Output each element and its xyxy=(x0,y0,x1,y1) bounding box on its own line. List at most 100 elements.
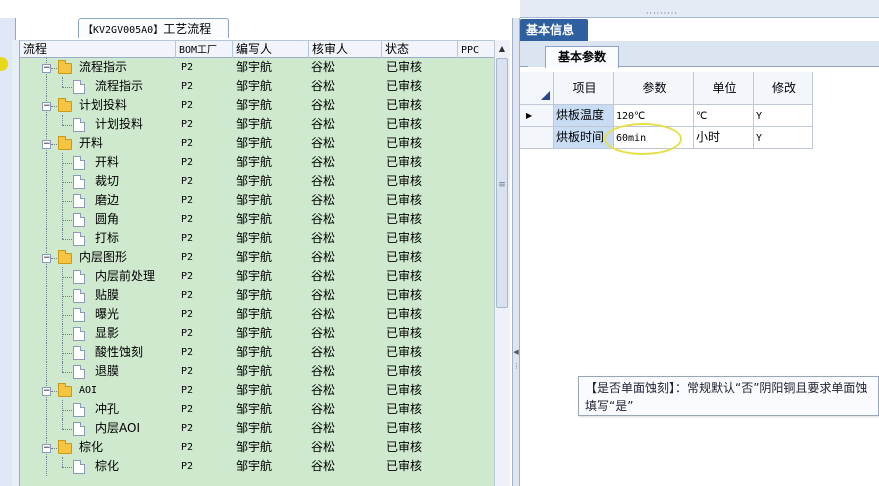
tree-node-label[interactable]: 棕化 xyxy=(95,457,119,476)
right-panel-titlebar xyxy=(520,0,879,18)
tree-row[interactable]: − 棕化 P2 邹宇航 谷松 已审核 xyxy=(20,438,494,457)
tree-row[interactable]: − 内层图形 P2 邹宇航 谷松 已审核 xyxy=(20,248,494,267)
column-header-author[interactable]: 编写人 xyxy=(233,41,309,58)
tree-node-label[interactable]: 曝光 xyxy=(95,305,119,324)
tree-node-label[interactable]: 流程指示 xyxy=(79,58,127,77)
tree-node-label[interactable]: 开料 xyxy=(95,153,119,172)
tree-node-label[interactable]: 退膜 xyxy=(95,362,119,381)
tree-node-label[interactable]: 显影 xyxy=(95,324,119,343)
tree-row[interactable]: 内层AOI P2 邹宇航 谷松 已审核 xyxy=(20,419,494,438)
parameter-grid: 项目 参数 单位 修改 烘板温度 120℃ ℃ Y 烘板时间 60min 小时 … xyxy=(520,72,879,152)
collapse-toggle-icon[interactable]: − xyxy=(42,444,51,453)
tree-node-label[interactable]: 贴膜 xyxy=(95,286,119,305)
author-cell: 邹宇航 xyxy=(236,155,273,169)
param-unit-cell[interactable]: ℃ xyxy=(694,105,754,127)
tab-basic-info[interactable]: 基本信息 xyxy=(520,19,588,41)
tree-node-label[interactable]: 磨边 xyxy=(95,191,119,210)
tree-row[interactable]: − AOI P2 邹宇航 谷松 已审核 xyxy=(20,381,494,400)
collapse-left-arrow-icon[interactable]: ◀ xyxy=(513,348,519,356)
param-header-value[interactable]: 参数 xyxy=(614,72,694,105)
tooltip-line-2: 填写“是” xyxy=(585,399,634,413)
tree-guide-line xyxy=(46,400,47,419)
param-grid-corner[interactable] xyxy=(520,72,554,105)
column-header-status[interactable]: 状态 xyxy=(382,41,458,58)
tree-row[interactable]: 裁切 P2 邹宇航 谷松 已审核 xyxy=(20,172,494,191)
tree-row[interactable]: − 开料 P2 邹宇航 谷松 已审核 xyxy=(20,134,494,153)
tree-row[interactable]: 流程指示 P2 邹宇航 谷松 已审核 xyxy=(20,77,494,96)
folder-icon xyxy=(58,98,72,112)
tree-guide-line xyxy=(62,334,72,335)
process-title: 工艺流程 xyxy=(163,22,212,36)
param-header-unit[interactable]: 单位 xyxy=(694,72,754,105)
bom-plant-cell: P2 xyxy=(181,404,194,415)
tree-guide-line xyxy=(51,448,57,449)
tree-guide-line xyxy=(62,467,72,468)
param-header-item[interactable]: 项目 xyxy=(554,72,614,105)
collapse-toggle-icon[interactable]: − xyxy=(42,102,51,111)
collapse-toggle-icon[interactable]: − xyxy=(42,64,51,73)
reviewer-cell: 谷松 xyxy=(311,117,336,131)
author-cell: 邹宇航 xyxy=(236,212,273,226)
tree-guide-line xyxy=(62,362,63,372)
bom-plant-cell: P2 xyxy=(181,119,194,130)
param-header-modify[interactable]: 修改 xyxy=(754,72,813,105)
tree-row[interactable]: 酸性蚀刻 P2 邹宇航 谷松 已审核 xyxy=(20,343,494,362)
status-cell: 已审核 xyxy=(386,98,423,112)
collapse-toggle-icon[interactable]: − xyxy=(42,140,51,149)
tree-row[interactable]: 曝光 P2 邹宇航 谷松 已审核 xyxy=(20,305,494,324)
collapse-toggle-icon[interactable]: − xyxy=(42,254,51,263)
tree-node-label[interactable]: 棕化 xyxy=(79,438,103,457)
tree-guide-line xyxy=(62,277,72,278)
tree-node-label[interactable]: 酸性蚀刻 xyxy=(95,343,143,362)
drag-handle-icon[interactable]: ········· xyxy=(646,10,682,18)
param-modify-cell[interactable]: Y xyxy=(754,105,813,127)
tree-node-label[interactable]: 裁切 xyxy=(95,172,119,191)
collapse-toggle-icon[interactable]: − xyxy=(42,387,51,396)
tree-node-label[interactable]: 开料 xyxy=(79,134,103,153)
tree-row[interactable]: 棕化 P2 邹宇航 谷松 已审核 xyxy=(20,457,494,476)
tab-basic-params[interactable]: 基本参数 xyxy=(545,46,619,68)
tree-node-label[interactable]: AOI xyxy=(79,381,97,400)
document-icon xyxy=(73,118,85,132)
tree-guide-line xyxy=(46,191,47,210)
tree-row[interactable]: 开料 P2 邹宇航 谷松 已审核 xyxy=(20,153,494,172)
tree-node-label[interactable]: 流程指示 xyxy=(95,77,143,96)
panel-splitter[interactable]: ◀ ⋮ xyxy=(512,18,520,486)
process-title-tab[interactable]: 【KV2GV005A0】工艺流程 xyxy=(78,18,229,38)
column-header-ppc[interactable]: PPC xyxy=(458,41,494,58)
tree-row[interactable]: 圆角 P2 邹宇航 谷松 已审核 xyxy=(20,210,494,229)
tree-row[interactable]: 退膜 P2 邹宇航 谷松 已审核 xyxy=(20,362,494,381)
tree-row[interactable]: 打标 P2 邹宇航 谷松 已审核 xyxy=(20,229,494,248)
tree-node-label[interactable]: 冲孔 xyxy=(95,400,119,419)
tree-node-label[interactable]: 内层图形 xyxy=(79,248,127,267)
bom-plant-cell: P2 xyxy=(181,461,194,472)
tree-row[interactable]: − 计划投料 P2 邹宇航 谷松 已审核 xyxy=(20,96,494,115)
document-icon xyxy=(73,80,85,94)
tree-row[interactable]: − 流程指示 P2 邹宇航 谷松 已审核 xyxy=(20,58,494,77)
tree-node-label[interactable]: 内层AOI xyxy=(95,419,140,438)
column-header-process[interactable]: 流程 xyxy=(20,41,176,58)
param-modify-cell[interactable]: Y xyxy=(754,127,813,149)
tree-node-label[interactable]: 圆角 xyxy=(95,210,119,229)
column-header-bom[interactable]: BOM工厂 xyxy=(176,41,233,58)
column-header-reviewer[interactable]: 核审人 xyxy=(309,41,382,58)
tree-row[interactable]: 显影 P2 邹宇航 谷松 已审核 xyxy=(20,324,494,343)
param-unit-cell[interactable]: 小时 xyxy=(694,127,754,149)
status-cell: 已审核 xyxy=(386,459,423,473)
document-icon xyxy=(73,289,85,303)
author-cell: 邹宇航 xyxy=(236,383,273,397)
status-cell: 已审核 xyxy=(386,402,423,416)
tree-node-label[interactable]: 计划投料 xyxy=(95,115,143,134)
tree-node-label[interactable]: 内层前处理 xyxy=(95,267,155,286)
tab-strip-edge xyxy=(528,46,546,67)
tree-node-label[interactable]: 计划投料 xyxy=(79,96,127,115)
author-cell: 邹宇航 xyxy=(236,326,273,340)
tree-row[interactable]: 磨边 P2 邹宇航 谷松 已审核 xyxy=(20,191,494,210)
param-row-selector[interactable] xyxy=(520,127,554,149)
tree-row[interactable]: 冲孔 P2 邹宇航 谷松 已审核 xyxy=(20,400,494,419)
scroll-up-arrow-icon[interactable]: ▲ xyxy=(496,42,508,56)
tree-node-label[interactable]: 打标 xyxy=(95,229,119,248)
tree-row[interactable]: 贴膜 P2 邹宇航 谷松 已审核 xyxy=(20,286,494,305)
tree-row[interactable]: 内层前处理 P2 邹宇航 谷松 已审核 xyxy=(20,267,494,286)
tree-row[interactable]: 计划投料 P2 邹宇航 谷松 已审核 xyxy=(20,115,494,134)
